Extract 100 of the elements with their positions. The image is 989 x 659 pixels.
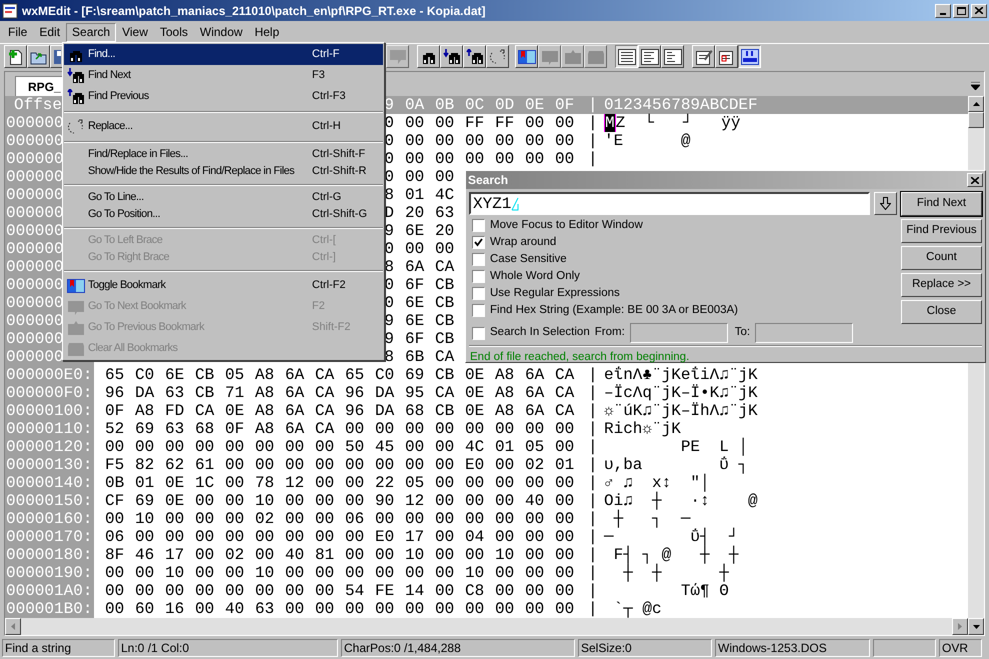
hex-byte: 00 <box>195 564 214 582</box>
window-title: wxMEdit - [F:\sream\patch_maniacs_211010\patch_en\pf\RPG_RT.exe - Kopia.dat] <box>22 2 486 20</box>
ascii-text: ♂ ♫ x↕ "│ <box>604 474 710 492</box>
hex-byte: 00 <box>405 564 424 582</box>
offset-cell: 000000F0: <box>5 384 94 402</box>
hex-byte: 63 <box>165 420 184 438</box>
offset-cell: 00000100: <box>5 402 94 420</box>
hex-byte: CB <box>195 384 214 402</box>
hex-byte: 10 <box>255 564 274 582</box>
hex-byte: 10 <box>255 492 274 510</box>
hex-byte: A8 <box>495 402 514 420</box>
offset-cell: 00000120: <box>5 438 94 456</box>
hex-byte: 00 <box>345 546 364 564</box>
hex-byte: CA <box>435 384 454 402</box>
hex-byte: 00 <box>105 510 124 528</box>
text-cursor: M <box>604 114 616 132</box>
hex-byte: 10 <box>135 510 154 528</box>
hex-byte: 00 <box>465 420 484 438</box>
hex-byte: 00 <box>345 456 364 474</box>
hex-byte: 6B <box>405 348 424 366</box>
hex-byte: CB <box>435 276 454 294</box>
column-separator: | <box>588 528 598 546</box>
hex-byte: 4C <box>465 438 484 456</box>
ascii-text: Οi♫ ┼ ·↕ @ <box>604 492 758 510</box>
hex-byte: 00 <box>435 546 454 564</box>
hex-byte: 05 <box>225 366 244 384</box>
hex-byte: 00 <box>345 420 364 438</box>
hex-byte: 00 <box>495 420 514 438</box>
hex-byte: 00 <box>345 492 364 510</box>
hex-byte: 00 <box>255 456 274 474</box>
hex-byte: 00 <box>465 132 484 150</box>
hex-byte: 00 <box>435 456 454 474</box>
hex-byte: 00 <box>555 582 574 600</box>
hex-byte: 69 <box>405 366 424 384</box>
hex-byte: 00 <box>555 438 574 456</box>
hex-byte: 22 <box>375 474 394 492</box>
hex-byte: CB <box>435 294 454 312</box>
ascii-text: –ÏcΛq¨jK–Ï•K♫¨jK <box>604 384 758 402</box>
hex-byte: 0E <box>165 492 184 510</box>
hex-byte: 00 <box>315 600 334 618</box>
hex-byte: 00 <box>525 150 544 168</box>
hex-byte: CA <box>435 348 454 366</box>
offset-cell: 00000180: <box>5 546 94 564</box>
hex-byte: FD <box>165 402 184 420</box>
option-label: Move Focus to Editor Window <box>490 218 643 233</box>
hex-byte: CA <box>315 384 334 402</box>
hex-byte: 04 <box>465 528 484 546</box>
hex-byte: 01 <box>495 438 514 456</box>
hex-byte: 69 <box>135 420 154 438</box>
hex-byte: DA <box>375 402 394 420</box>
hex-byte: 00 <box>435 528 454 546</box>
hex-byte: CA <box>555 402 574 420</box>
hex-byte: 00 <box>435 168 454 186</box>
hex-byte: 00 <box>555 564 574 582</box>
hex-byte: 61 <box>195 456 214 474</box>
hex-byte: 90 <box>375 492 394 510</box>
hex-byte: 00 <box>495 582 514 600</box>
hex-byte: C0 <box>375 366 394 384</box>
hex-byte: FF <box>465 114 484 132</box>
hex-byte: CA <box>315 402 334 420</box>
hex-byte: 40 <box>285 546 304 564</box>
hex-byte: 6A <box>285 402 304 420</box>
hex-byte: 00 <box>375 564 394 582</box>
hex-byte: 00 <box>435 438 454 456</box>
hex-byte: 00 <box>435 132 454 150</box>
status-field: CharPos:0 /1,484,288 <box>341 639 575 657</box>
dialog-title: Search <box>468 172 508 189</box>
ascii-text: ┼ ┐ ─ <box>612 510 690 528</box>
hex-byte: 69 <box>135 492 154 510</box>
hex-byte: 6A <box>525 366 544 384</box>
hex-byte: 00 <box>435 150 454 168</box>
hex-byte: 6E <box>405 222 424 240</box>
to-label: To: <box>734 325 750 340</box>
hex-byte: 00 <box>165 528 184 546</box>
hex-byte: 6E <box>165 366 184 384</box>
hex-byte: A8 <box>495 366 514 384</box>
hex-byte: 02 <box>525 456 544 474</box>
hex-byte: 00 <box>435 474 454 492</box>
hex-byte: 00 <box>525 474 544 492</box>
hex-byte: 00 <box>315 510 334 528</box>
hex-byte: 10 <box>495 546 514 564</box>
hex-byte: FF <box>495 114 514 132</box>
hex-byte: A8 <box>255 402 274 420</box>
hex-byte: CB <box>435 330 454 348</box>
hex-byte: 00 <box>435 564 454 582</box>
hex-byte: CA <box>435 258 454 276</box>
hex-byte: 00 <box>105 438 124 456</box>
hex-byte: 46 <box>135 546 154 564</box>
hex-byte: 00 <box>435 492 454 510</box>
hex-byte: 00 <box>285 438 304 456</box>
hex-byte: 00 <box>525 114 544 132</box>
hex-byte: 95 <box>405 384 424 402</box>
hex-byte: 00 <box>285 528 304 546</box>
hex-byte: 00 <box>495 132 514 150</box>
ascii-text: F┤ ┐ @ ┼ ┼ <box>612 546 738 564</box>
column-header: 0E <box>525 96 544 114</box>
hex-byte: 01 <box>405 186 424 204</box>
hex-byte: 00 <box>465 600 484 618</box>
hex-byte: 00 <box>555 114 574 132</box>
hex-byte: A8 <box>495 384 514 402</box>
